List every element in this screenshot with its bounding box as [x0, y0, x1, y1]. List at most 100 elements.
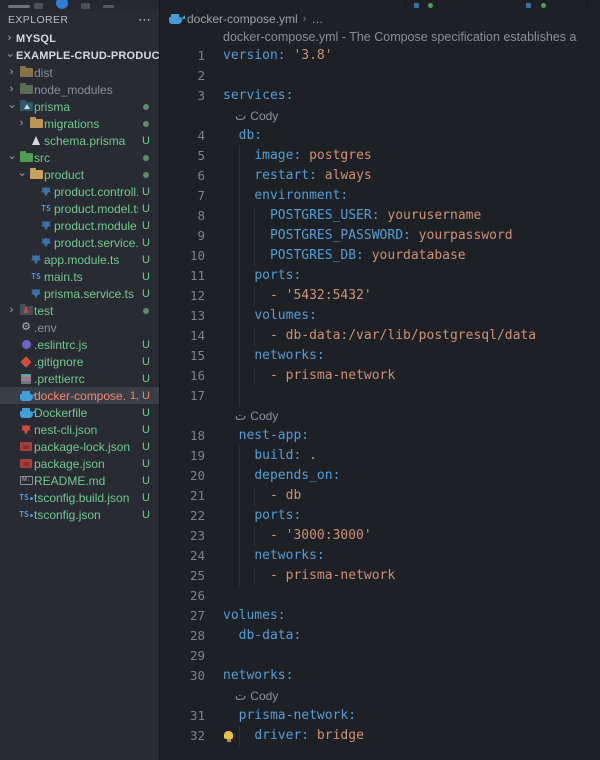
code-text[interactable] — [205, 386, 223, 406]
code-text[interactable]: POSTGRES_PASSWORD: yourpassword — [205, 226, 513, 246]
line-number[interactable]: 29 — [161, 646, 205, 666]
line-number[interactable]: 21 — [161, 486, 205, 506]
breadcrumb-file[interactable]: docker-compose.yml — [187, 12, 298, 26]
tree-item-prettierrc[interactable]: .prettierrcU — [0, 370, 159, 387]
code-text[interactable]: - prisma-network — [205, 566, 395, 586]
code-text[interactable]: - '3000:3000' — [205, 526, 372, 546]
line-number[interactable]: 20 — [161, 466, 205, 486]
lightbulb-icon[interactable] — [224, 731, 233, 739]
code-text[interactable]: services: — [205, 86, 293, 106]
line-number[interactable]: 13 — [161, 306, 205, 326]
code-text[interactable]: build: . — [205, 446, 317, 466]
code-text[interactable]: prisma-network: — [205, 706, 356, 726]
line-number[interactable]: 32 — [161, 726, 205, 746]
code-text[interactable]: db: — [205, 126, 262, 146]
tree-item-prisma-service-ts[interactable]: prisma.service.tsU — [0, 285, 159, 302]
cody-lens-action[interactable]: تCody — [205, 686, 278, 706]
tree-item-schema-prisma[interactable]: schema.prismaU — [0, 132, 159, 149]
tree-item-product-module-ts[interactable]: product.module.tsU — [0, 217, 159, 234]
tree-item-nest-cli-json[interactable]: nest-cli.jsonU — [0, 421, 159, 438]
tree-item-product-service-ts[interactable]: product.service.tsU — [0, 234, 159, 251]
line-number[interactable]: 23 — [161, 526, 205, 546]
tree-item-readme-md[interactable]: M↓README.mdU — [0, 472, 159, 489]
tree-item-tsconfig-build-json[interactable]: TStsconfig.build.jsonU — [0, 489, 159, 506]
tree-item-product-controll[interactable]: product.controll...U — [0, 183, 159, 200]
line-number[interactable]: 19 — [161, 446, 205, 466]
tree-item-app-module-ts[interactable]: app.module.tsU — [0, 251, 159, 268]
line-number[interactable]: 31 — [161, 706, 205, 726]
line-number[interactable]: 15 — [161, 346, 205, 366]
code-text[interactable]: networks: — [205, 546, 325, 566]
code-text[interactable] — [205, 66, 223, 86]
tree-item-gitignore[interactable]: .gitignoreU — [0, 353, 159, 370]
line-number[interactable]: 24 — [161, 546, 205, 566]
section-mysql[interactable]: ›MYSQL — [0, 30, 159, 47]
code-text[interactable]: db-data: — [205, 626, 301, 646]
line-number[interactable]: 27 — [161, 606, 205, 626]
tab-file-icon[interactable] — [414, 3, 419, 8]
line-number[interactable]: 9 — [161, 226, 205, 246]
line-number[interactable]: 17 — [161, 386, 205, 406]
line-number[interactable]: 7 — [161, 186, 205, 206]
line-number[interactable]: 12 — [161, 286, 205, 306]
code-text[interactable]: - '5432:5432' — [205, 286, 372, 306]
code-text[interactable] — [205, 586, 223, 606]
tree-item-tsconfig-json[interactable]: TStsconfig.jsonU — [0, 506, 159, 523]
line-number[interactable]: 2 — [161, 66, 205, 86]
tree-item-dist[interactable]: ›dist — [0, 64, 159, 81]
code-text[interactable]: volumes: — [205, 606, 286, 626]
tree-item-migrations[interactable]: ›migrations — [0, 115, 159, 132]
tree-item-package-json[interactable]: package.jsonU — [0, 455, 159, 472]
code-text[interactable]: ports: — [205, 506, 301, 526]
line-number[interactable]: 3 — [161, 86, 205, 106]
tree-item-test[interactable]: ›test — [0, 302, 159, 319]
tree-item-package-lock-json[interactable]: package-lock.jsonU — [0, 438, 159, 455]
tree-item-dockerfile[interactable]: DockerfileU — [0, 404, 159, 421]
line-number[interactable]: 8 — [161, 206, 205, 226]
code-text[interactable]: environment: — [205, 186, 348, 206]
breadcrumb-symbol-ellipsis[interactable]: … — [311, 12, 323, 26]
code-text[interactable]: - db — [205, 486, 301, 506]
line-number[interactable]: 28 — [161, 626, 205, 646]
code-text[interactable]: ports: — [205, 266, 301, 286]
tree-item-docker-compose[interactable]: docker-compose....1, U — [0, 387, 159, 404]
line-number[interactable]: 11 — [161, 266, 205, 286]
line-number[interactable]: 30 — [161, 666, 205, 686]
line-number[interactable]: 18 — [161, 426, 205, 446]
line-number[interactable]: 6 — [161, 166, 205, 186]
line-number[interactable]: 1 — [161, 46, 205, 66]
tree-item-node-modules[interactable]: ›node_modules — [0, 81, 159, 98]
tree-item-src[interactable]: ›src — [0, 149, 159, 166]
line-number[interactable]: 4 — [161, 126, 205, 146]
tree-item-prisma[interactable]: ›prisma — [0, 98, 159, 115]
tree-item-main-ts[interactable]: TSmain.tsU — [0, 268, 159, 285]
cody-lens-action[interactable]: تCody — [205, 106, 278, 126]
section-example-crud-product[interactable]: ›EXAMPLE-CRUD-PRODUCT — [0, 47, 159, 64]
line-number[interactable]: 16 — [161, 366, 205, 386]
tree-item-product[interactable]: ›product — [0, 166, 159, 183]
line-number[interactable]: 25 — [161, 566, 205, 586]
code-text[interactable]: version: '3.8' — [205, 46, 333, 66]
line-number[interactable]: 22 — [161, 506, 205, 526]
line-number[interactable]: 26 — [161, 586, 205, 606]
code-text[interactable]: depends_on: — [205, 466, 340, 486]
code-text[interactable]: nest-app: — [205, 426, 309, 446]
line-number[interactable]: 10 — [161, 246, 205, 266]
code-text[interactable]: image: postgres — [205, 146, 372, 166]
cody-lens-action[interactable]: تCody — [205, 406, 278, 426]
tree-item-eslintrc-js[interactable]: .eslintrc.jsU — [0, 336, 159, 353]
tab-modified-dot[interactable] — [541, 3, 546, 8]
tab-file-icon[interactable] — [526, 3, 531, 8]
code-text[interactable] — [205, 646, 223, 666]
code-text[interactable]: POSTGRES_USER: yourusername — [205, 206, 481, 226]
line-number[interactable]: 14 — [161, 326, 205, 346]
more-actions-icon[interactable]: ⋯ — [138, 15, 151, 25]
code-text[interactable]: networks: — [205, 346, 325, 366]
tree-item-product-model-ts[interactable]: TSproduct.model.tsU — [0, 200, 159, 217]
code-text[interactable]: restart: always — [205, 166, 372, 186]
code-text[interactable]: networks: — [205, 666, 293, 686]
line-number[interactable]: 5 — [161, 146, 205, 166]
code-text[interactable]: volumes: — [205, 306, 317, 326]
tab-modified-dot[interactable] — [428, 3, 433, 8]
tree-item-env[interactable]: ⚙.env — [0, 319, 159, 336]
